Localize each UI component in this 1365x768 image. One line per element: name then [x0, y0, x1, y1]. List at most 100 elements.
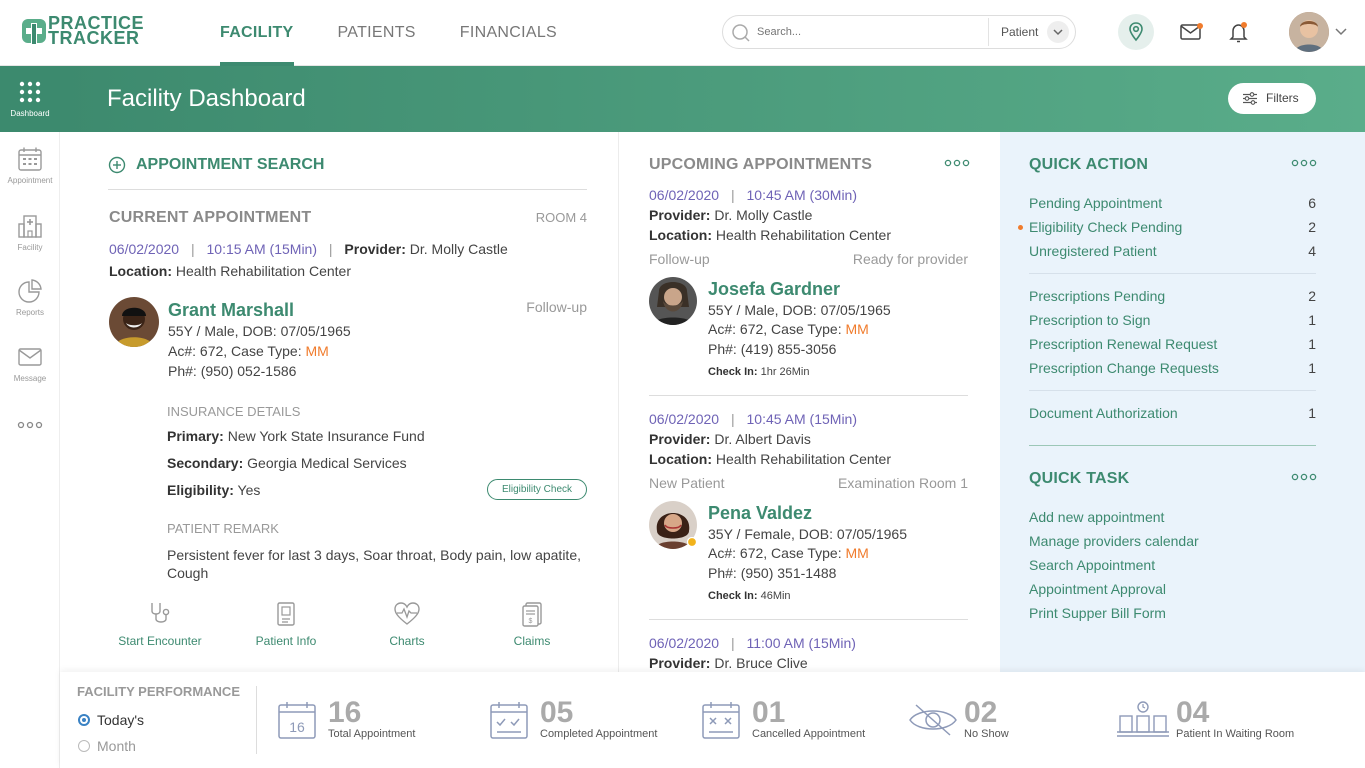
- patient-info-button[interactable]: Patient Info: [231, 600, 341, 648]
- period-today-label[interactable]: Today's: [97, 712, 144, 728]
- quick-action-item[interactable]: Pending Appointment 6: [1029, 195, 1316, 211]
- nav-patients[interactable]: PATIENTS: [338, 0, 416, 66]
- page-title: Facility Dashboard: [107, 85, 306, 112]
- search-bar: Patient: [722, 15, 1076, 49]
- patient-avatar[interactable]: [109, 297, 159, 347]
- logo[interactable]: PRACTICE TRACKER: [20, 14, 150, 50]
- secondary-value: Georgia Medical Services: [247, 455, 407, 471]
- hospital-icon: [18, 215, 42, 238]
- messages-button[interactable]: [1178, 20, 1204, 44]
- filters-button[interactable]: Filters: [1228, 83, 1316, 114]
- eligibility-check-button[interactable]: Eligibility Check: [487, 479, 587, 500]
- upcoming-1-avatar[interactable]: [649, 277, 697, 325]
- charts-button[interactable]: Charts: [352, 600, 462, 648]
- sidebar-more-button[interactable]: [0, 420, 60, 440]
- logo-line-2: TRACKER: [48, 28, 140, 48]
- quick-action-label: Document Authorization: [1029, 405, 1178, 421]
- user-avatar[interactable]: [1289, 12, 1329, 52]
- search-type-select[interactable]: Patient: [1001, 25, 1038, 39]
- quick-action-item[interactable]: Prescription to Sign 1: [1029, 312, 1316, 328]
- upcoming-2-patient-name[interactable]: Pena Valdez: [708, 503, 812, 524]
- period-month-label[interactable]: Month: [97, 738, 136, 754]
- sidebar-item-facility[interactable]: Facility: [0, 213, 60, 269]
- upcoming-2-location: Location: Health Rehabilitation Center: [649, 451, 891, 467]
- upcoming-1-time: 10:45 AM (30Min): [746, 187, 858, 203]
- stat-label: No Show: [964, 728, 1009, 740]
- quick-action-count: 4: [1308, 243, 1316, 259]
- quick-action-item[interactable]: Prescription Renewal Request 1: [1029, 336, 1316, 352]
- stat-label: Completed Appointment: [540, 728, 658, 740]
- insurance-primary: Primary: New York State Insurance Fund: [167, 428, 425, 444]
- insurance-title: INSURANCE DETAILS: [167, 404, 301, 419]
- logo-mark-icon: [22, 19, 46, 45]
- quick-action-item[interactable]: Prescription Change Requests 1: [1029, 360, 1316, 376]
- eligibility-value: Yes: [237, 482, 261, 498]
- upcoming-3-date: 06/02/2020: [649, 635, 720, 651]
- claims-button[interactable]: $ Claims: [477, 600, 587, 648]
- quick-task-add-appointment[interactable]: Add new appointment: [1029, 509, 1316, 525]
- current-appointment-datetime: 06/02/2020 | 10:15 AM (15Min) | Provider…: [109, 241, 508, 257]
- stat-label: Total Appointment: [328, 728, 416, 740]
- patient-name[interactable]: Grant Marshall: [168, 300, 294, 321]
- quick-task-search-appointment[interactable]: Search Appointment: [1029, 557, 1316, 573]
- sidebar-item-appointment[interactable]: Appointment: [0, 146, 60, 202]
- user-menu-chevron-icon[interactable]: [1334, 26, 1348, 38]
- more-dots-icon[interactable]: [1291, 473, 1317, 481]
- upcoming-1-account-text: Ac#: 672, Case Type:: [708, 321, 846, 337]
- patient-photo-icon: [649, 277, 697, 325]
- current-appointment-panel: APPOINTMENT SEARCH CURRENT APPOINTMENT R…: [60, 132, 618, 672]
- sidebar: Dashboard Appointment Facility Reports M…: [0, 66, 60, 768]
- sidebar-label-message: Message: [13, 374, 47, 383]
- mail-icon: [1180, 23, 1203, 40]
- upcoming-appointments-title: UPCOMING APPOINTMENTS: [649, 156, 873, 173]
- waiting-room-icon: [1117, 701, 1169, 737]
- upcoming-2-account-text: Ac#: 672, Case Type:: [708, 545, 846, 561]
- sidebar-item-message[interactable]: Message: [0, 344, 60, 400]
- quick-action-label: Prescription to Sign: [1029, 312, 1151, 328]
- quick-action-item[interactable]: Unregistered Patient 4: [1029, 243, 1316, 259]
- heart-pulse-icon: [394, 602, 420, 625]
- notifications-button[interactable]: [1226, 20, 1252, 44]
- calendar-check-icon: [490, 702, 528, 739]
- case-type: MM: [305, 343, 329, 359]
- patient-phone: Ph#: (950) 052-1586: [168, 363, 297, 379]
- sidebar-label-reports: Reports: [15, 308, 44, 317]
- sidebar-item-dashboard[interactable]: Dashboard: [0, 66, 60, 132]
- more-dots-icon[interactable]: [944, 159, 970, 167]
- more-dots-icon[interactable]: [1291, 159, 1317, 167]
- plus-circle-icon[interactable]: [108, 156, 126, 174]
- upcoming-2-provider-name: Dr. Albert Davis: [714, 431, 811, 447]
- nav-financials[interactable]: FINANCIALS: [460, 0, 557, 66]
- quick-action-item[interactable]: Document Authorization 1: [1029, 405, 1316, 421]
- start-encounter-button[interactable]: Start Encounter: [105, 600, 215, 648]
- upcoming-2-demographics: 35Y / Female, DOB: 07/05/1965: [708, 526, 907, 542]
- appointment-search-link[interactable]: APPOINTMENT SEARCH: [136, 156, 324, 174]
- quick-action-item[interactable]: Eligibility Check Pending 2: [1018, 219, 1316, 235]
- quick-task-manage-calendar[interactable]: Manage providers calendar: [1029, 533, 1316, 549]
- upcoming-1-checkin-label: Check In:: [708, 366, 758, 378]
- upcoming-1-demographics: 55Y / Male, DOB: 07/05/1965: [708, 302, 891, 318]
- period-month-radio[interactable]: [78, 740, 90, 752]
- start-encounter-label: Start Encounter: [118, 634, 202, 648]
- sidebar-item-reports[interactable]: Reports: [0, 278, 60, 334]
- quick-task-appointment-approval[interactable]: Appointment Approval: [1029, 581, 1316, 597]
- search-type-dropdown[interactable]: [1047, 21, 1069, 43]
- room-label: ROOM 4: [535, 210, 587, 225]
- calendar-icon: [18, 147, 42, 171]
- quick-action-label: Prescription Change Requests: [1029, 360, 1219, 376]
- location-button[interactable]: [1118, 14, 1154, 50]
- bell-icon: [1229, 22, 1248, 43]
- stat-label: Cancelled Appointment: [752, 728, 866, 740]
- search-input[interactable]: [757, 22, 977, 42]
- online-status-icon: [687, 537, 697, 547]
- upcoming-1-patient-name[interactable]: Josefa Gardner: [708, 279, 840, 300]
- upcoming-1-visit-type: Follow-up: [649, 251, 710, 267]
- claims-label: Claims: [513, 634, 551, 648]
- period-today-radio[interactable]: [78, 714, 90, 726]
- upcoming-3-provider-name: Dr. Bruce Clive: [714, 655, 808, 671]
- quick-action-item[interactable]: Prescriptions Pending 2: [1029, 288, 1316, 304]
- quick-task-print-bill[interactable]: Print Supper Bill Form: [1029, 605, 1316, 621]
- facility-performance: FACILITY PERFORMANCE Today's Month 16 16…: [60, 672, 1365, 768]
- stat-value: 02: [964, 696, 998, 729]
- nav-facility[interactable]: FACILITY: [220, 0, 294, 66]
